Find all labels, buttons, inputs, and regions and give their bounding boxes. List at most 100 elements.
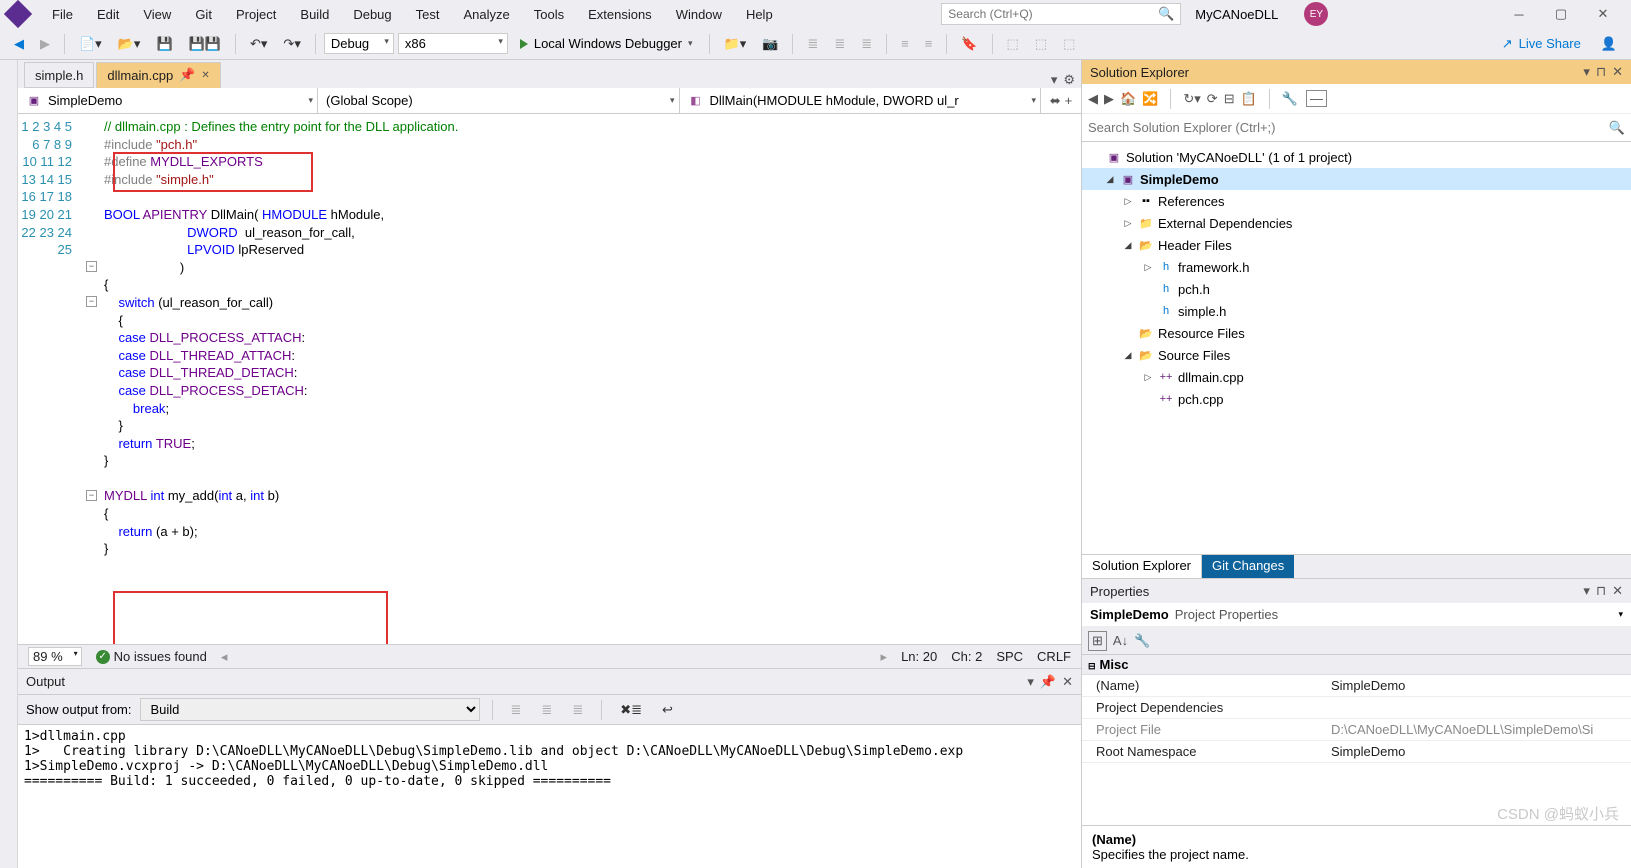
se-search-input[interactable] (1088, 120, 1609, 135)
minimize-button[interactable]: ─ (1499, 3, 1539, 25)
prop-name[interactable]: (Name)SimpleDemo (1082, 675, 1631, 697)
save-button[interactable]: 💾 (150, 33, 178, 55)
panel-dropdown-icon[interactable]: ▾ (1027, 674, 1034, 690)
tree-dllmain-cpp[interactable]: ▷++dllmain.cpp (1082, 366, 1631, 388)
redo-button[interactable]: ↷▾ (277, 33, 306, 55)
panel-pin-icon[interactable]: ⊓ (1596, 64, 1606, 80)
menu-extensions[interactable]: Extensions (578, 3, 662, 26)
scroll-right-icon[interactable]: ▸ (881, 649, 888, 665)
close-tab-icon[interactable]: ✕ (201, 70, 209, 81)
tree-simple-h[interactable]: hsimple.h (1082, 300, 1631, 322)
tree-solution[interactable]: ▣Solution 'MyCANoeDLL' (1 of 1 project) (1082, 146, 1631, 168)
menu-edit[interactable]: Edit (87, 3, 129, 26)
panel-pin-icon[interactable]: ⊓ (1596, 583, 1606, 599)
menu-view[interactable]: View (133, 3, 181, 26)
solution-tree[interactable]: ▣Solution 'MyCANoeDLL' (1 of 1 project) … (1082, 142, 1631, 554)
tb-icon-1[interactable]: 📁▾ (718, 33, 753, 55)
output-icon-2[interactable]: ≣ (535, 699, 558, 721)
tb-icon-9[interactable]: ⬚ (1029, 33, 1053, 55)
tab-overflow-icon[interactable]: ▾ (1051, 72, 1058, 88)
output-icon-1[interactable]: ≣ (505, 699, 528, 721)
restore-button[interactable]: ▢ (1541, 3, 1581, 25)
prop-category-misc[interactable]: ⊟Misc (1082, 655, 1631, 675)
props-wrench-icon[interactable]: 🔧 (1134, 633, 1150, 649)
open-button[interactable]: 📂▾ (112, 33, 147, 55)
tree-framework-h[interactable]: ▷hframework.h (1082, 256, 1631, 278)
undo-button[interactable]: ↶▾ (244, 33, 273, 55)
solution-explorer-search[interactable]: 🔍 (1082, 114, 1631, 142)
properties-header[interactable]: Properties ▾ ⊓ ✕ (1082, 579, 1631, 603)
menu-analyze[interactable]: Analyze (453, 3, 519, 26)
properties-object-combo[interactable]: SimpleDemo Project Properties ▾ (1082, 603, 1631, 627)
config-combo[interactable]: Debug (324, 33, 394, 54)
panel-pin-icon[interactable]: 📌 (1040, 674, 1056, 690)
bookmark-icon[interactable]: 🔖 (955, 33, 983, 55)
menu-git[interactable]: Git (185, 3, 222, 26)
properties-grid[interactable]: ⊟Misc (Name)SimpleDemo Project Dependenc… (1082, 655, 1631, 825)
global-search-input[interactable] (948, 7, 1158, 21)
nav-forward-button[interactable]: ▶ (34, 33, 56, 55)
se-back-icon[interactable]: ◀ (1088, 91, 1098, 107)
output-clear-icon[interactable]: ✖≣ (614, 699, 648, 721)
menu-build[interactable]: Build (290, 3, 339, 26)
live-share-button[interactable]: ↗ Live Share (1502, 36, 1581, 52)
close-button[interactable]: ✕ (1583, 3, 1623, 25)
tree-references[interactable]: ▷▪▪References (1082, 190, 1631, 212)
output-title-bar[interactable]: Output ▾ 📌 ✕ (18, 669, 1081, 695)
tb-icon-4[interactable]: ≣ (828, 33, 851, 55)
tab-settings-icon[interactable]: ⚙ (1063, 72, 1075, 88)
fold-icon[interactable]: − (86, 261, 97, 272)
output-icon-3[interactable]: ≣ (566, 699, 589, 721)
global-search[interactable]: 🔍 (941, 3, 1181, 25)
split-icon[interactable]: ⬌ (1050, 93, 1061, 109)
left-rail-toolbox[interactable] (0, 60, 18, 868)
se-showall-icon[interactable]: 📋 (1241, 91, 1257, 107)
pin-icon[interactable]: 📌 (179, 67, 195, 83)
se-fwd-icon[interactable]: ▶ (1104, 91, 1114, 107)
se-switch-icon[interactable]: 🔀 (1142, 91, 1158, 107)
tb-icon-10[interactable]: ⬚ (1057, 33, 1081, 55)
nav-plus-icon[interactable]: + (1065, 93, 1073, 108)
tree-resource-files[interactable]: 📂Resource Files (1082, 322, 1631, 344)
nav-func-combo[interactable]: ◧ DllMain(HMODULE hModule, DWORD ul_r (680, 88, 1042, 113)
panel-dropdown-icon[interactable]: ▾ (1583, 64, 1590, 80)
menu-tools[interactable]: Tools (524, 3, 574, 26)
output-text[interactable]: 1>dllmain.cpp 1> Creating library D:\CAN… (18, 725, 1081, 868)
se-home-icon[interactable]: 🏠 (1120, 91, 1136, 107)
user-icon[interactable]: 👤 (1595, 33, 1623, 55)
tb-icon-2[interactable]: 📷 (756, 33, 784, 55)
nav-project-combo[interactable]: ▣ SimpleDemo (18, 88, 318, 113)
menu-project[interactable]: Project (226, 3, 286, 26)
platform-combo[interactable]: x86 (398, 33, 508, 54)
tb-icon-5[interactable]: ≣ (855, 33, 878, 55)
tree-project[interactable]: ◢▣SimpleDemo (1082, 168, 1631, 190)
code-editor[interactable]: 1 2 3 4 5 6 7 8 9 10 11 12 13 14 15 16 1… (18, 114, 1081, 644)
prop-root-namespace[interactable]: Root NamespaceSimpleDemo (1082, 741, 1631, 763)
panel-dropdown-icon[interactable]: ▾ (1583, 583, 1590, 599)
tb-icon-3[interactable]: ≣ (801, 33, 824, 55)
tab-simple-h[interactable]: simple.h (24, 62, 94, 88)
fold-icon[interactable]: − (86, 296, 97, 307)
nav-back-button[interactable]: ◀ (8, 33, 30, 55)
new-item-button[interactable]: 📄▾ (73, 33, 108, 55)
output-wrap-icon[interactable]: ↩ (656, 699, 679, 721)
tab-git-changes[interactable]: Git Changes (1202, 555, 1294, 578)
se-refresh-icon[interactable]: ⟳ (1207, 91, 1218, 107)
menu-help[interactable]: Help (736, 3, 783, 26)
menu-window[interactable]: Window (666, 3, 732, 26)
tb-icon-7[interactable]: ≡ (919, 33, 939, 54)
se-preview-icon[interactable]: ― (1306, 90, 1327, 107)
menu-debug[interactable]: Debug (343, 3, 401, 26)
zoom-combo[interactable]: 89 % (28, 647, 82, 666)
issues-indicator[interactable]: ✓ No issues found (96, 649, 207, 664)
panel-close-icon[interactable]: ✕ (1612, 64, 1623, 80)
tree-external-deps[interactable]: ▷📁External Dependencies (1082, 212, 1631, 234)
tab-dllmain-cpp[interactable]: dllmain.cpp 📌 ✕ (96, 62, 220, 88)
solution-explorer-header[interactable]: Solution Explorer ▾ ⊓ ✕ (1082, 60, 1631, 84)
props-categorize-icon[interactable]: ⊞ (1088, 631, 1107, 651)
scroll-left-icon[interactable]: ◂ (221, 649, 228, 665)
se-sync-icon[interactable]: ↻▾ (1183, 91, 1200, 107)
save-all-button[interactable]: 💾💾 (183, 33, 227, 55)
prop-project-file[interactable]: Project FileD:\CANoeDLL\MyCANoeDLL\Simpl… (1082, 719, 1631, 741)
se-properties-icon[interactable]: 🔧 (1282, 91, 1298, 107)
